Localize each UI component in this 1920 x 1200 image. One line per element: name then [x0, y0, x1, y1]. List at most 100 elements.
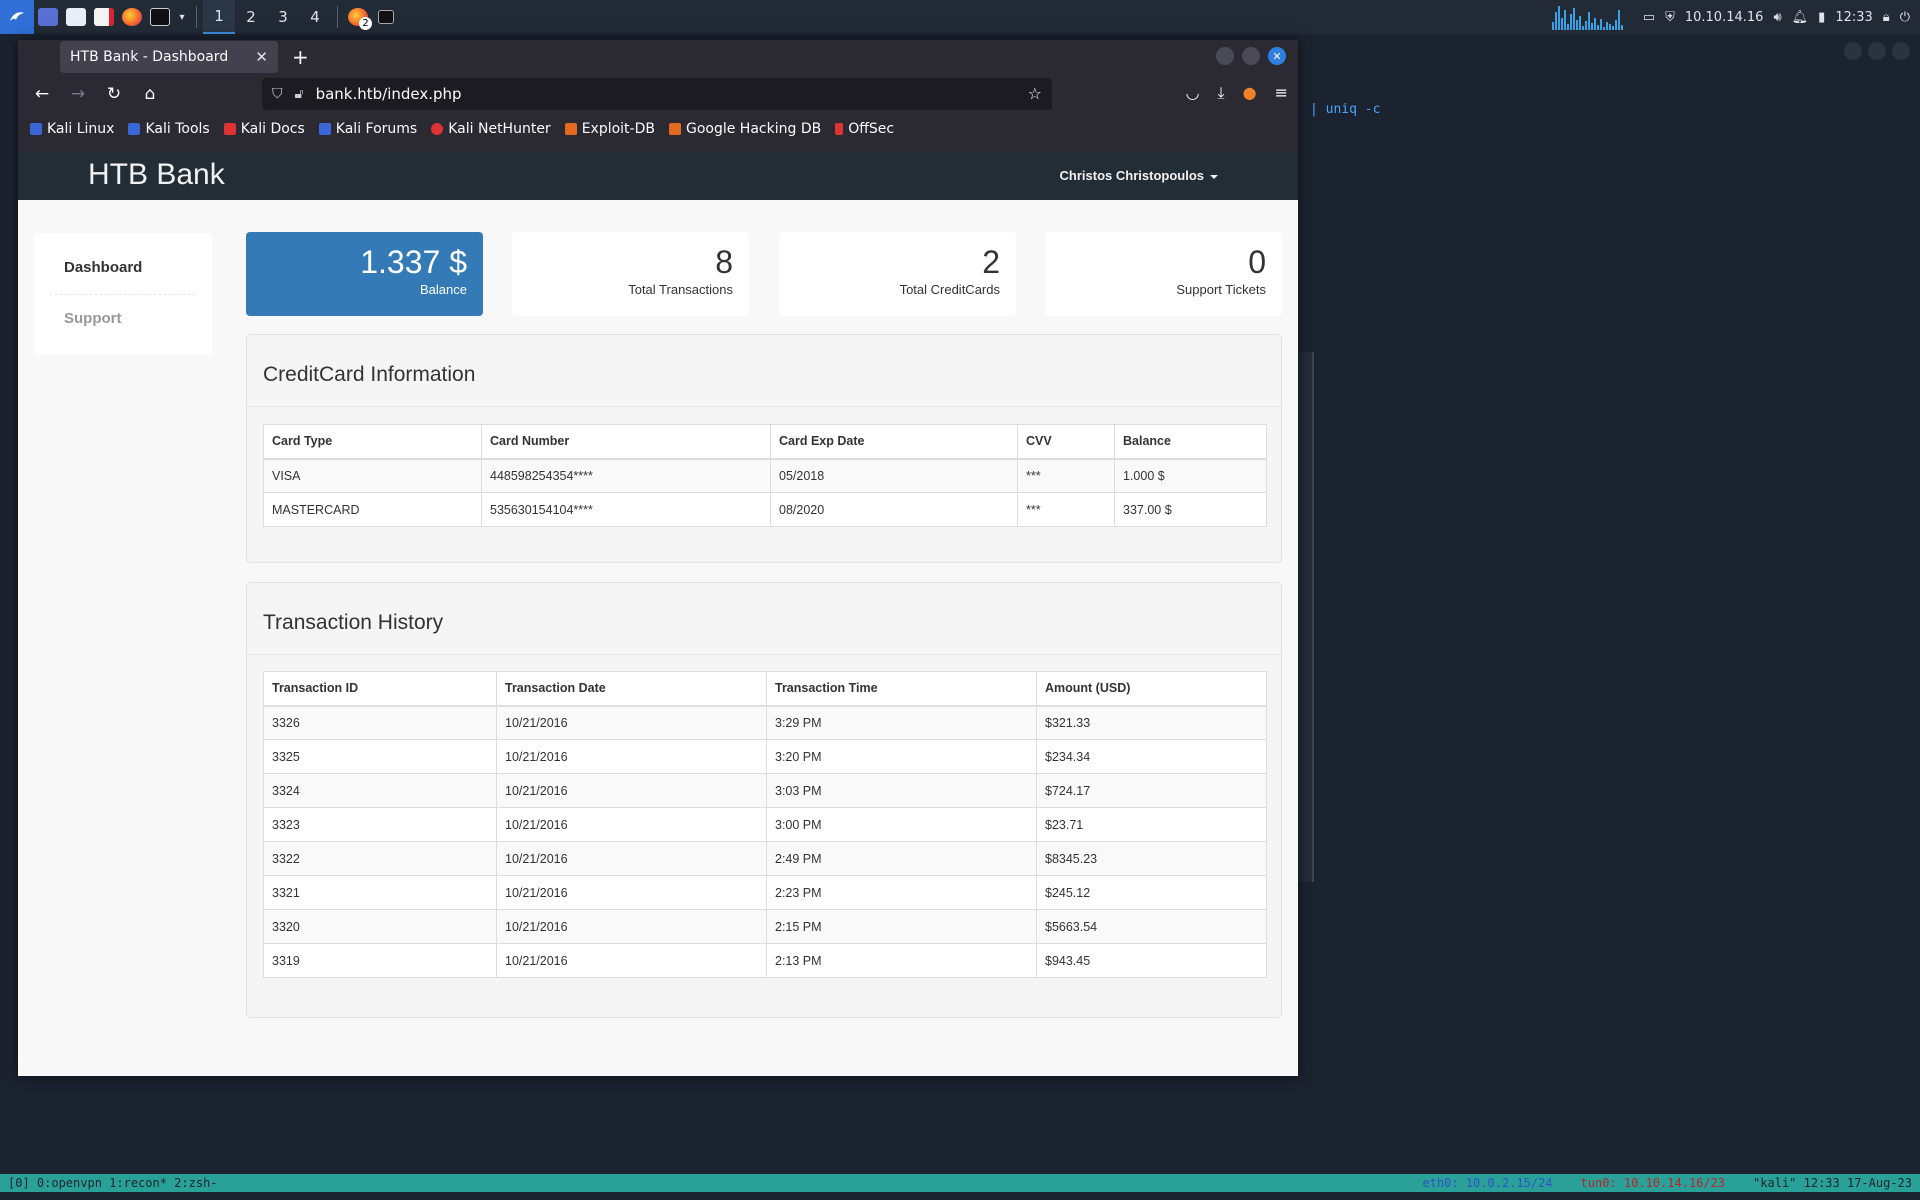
table-cell: *** — [1017, 492, 1115, 527]
panel-title: CreditCard Information — [247, 335, 1281, 407]
bookmark-kali-linux[interactable]: Kali Linux — [30, 121, 114, 137]
bookmark-google-hacking-db[interactable]: Google Hacking DB — [668, 121, 821, 137]
tun0-value: 10.10.14.16/23 — [1623, 1176, 1726, 1190]
table-cell: 10/21/2016 — [496, 875, 767, 910]
forward-icon[interactable]: → — [60, 84, 96, 104]
maximize-icon[interactable] — [1242, 47, 1260, 65]
minimize-icon[interactable] — [1844, 42, 1862, 60]
site-brand[interactable]: HTB Bank — [88, 158, 225, 192]
eth0-status: eth0: 10.0.2.15/24 — [1422, 1176, 1552, 1190]
table-cell: 2:15 PM — [766, 909, 1037, 944]
panel-title: Transaction History — [247, 583, 1281, 655]
background-window-edge — [1296, 352, 1314, 882]
stat-value: 0 — [1248, 244, 1266, 280]
bookmark-star-icon[interactable]: ☆ — [1028, 84, 1042, 103]
terminal-text: | uniq -c — [1310, 102, 1381, 117]
sidebar-item-dashboard[interactable]: Dashboard — [64, 259, 142, 276]
terminal-task-icon[interactable] — [372, 0, 400, 34]
workspace-4[interactable]: 4 — [299, 0, 331, 34]
table-cell: $5663.54 — [1036, 909, 1267, 944]
file-manager-icon[interactable] — [62, 0, 90, 34]
workspace-2[interactable]: 2 — [235, 0, 267, 34]
close-icon[interactable] — [1892, 42, 1910, 60]
vpn-icon[interactable]: ⛨ — [1665, 10, 1675, 25]
pocket-icon[interactable]: ◡ — [1186, 83, 1200, 103]
table-row: 3323 10/21/2016 3:00 PM $23.71 — [263, 807, 1267, 842]
battery-icon[interactable]: ▮ — [1818, 10, 1825, 25]
bookmark-label: OffSec — [848, 121, 895, 137]
exploit-db-icon — [564, 123, 577, 135]
table-row: 3320 10/21/2016 2:15 PM $5663.54 — [263, 909, 1267, 944]
kali-icon — [128, 123, 141, 135]
table-cell: 08/2020 — [770, 492, 1018, 527]
close-tab-icon[interactable]: ✕ — [255, 48, 268, 66]
column-header: Card Exp Date — [770, 424, 1018, 460]
bookmark-offsec[interactable]: OffSec — [835, 121, 894, 137]
firefox-task-icon[interactable]: 2 — [344, 0, 372, 34]
tab-htb-bank[interactable]: HTB Bank - Dashboard ✕ — [60, 41, 278, 73]
table-cell: 3:20 PM — [766, 739, 1037, 774]
terminal-icon[interactable] — [146, 0, 174, 34]
bookmark-label: Kali Linux — [47, 121, 115, 137]
stat-label: Total Transactions — [628, 282, 733, 297]
sidebar-item-support[interactable]: Support — [64, 310, 122, 327]
stat-label: Total CreditCards — [899, 282, 1000, 297]
panel-separator — [196, 6, 197, 28]
url-bar[interactable]: ⛉ 🔓︎ bank.htb/index.php ☆ — [262, 78, 1052, 110]
desktop-icon[interactable] — [34, 0, 62, 34]
table-cell: 3:00 PM — [766, 807, 1037, 842]
bookmark-exploit-db[interactable]: Exploit-DB — [564, 121, 655, 137]
chevron-down-icon[interactable]: ▾ — [174, 0, 190, 34]
table-cell: 3321 — [263, 875, 497, 910]
bookmark-kali-tools[interactable]: Kali Tools — [128, 121, 210, 137]
workspace-1[interactable]: 1 — [203, 0, 235, 34]
firefox-icon[interactable] — [118, 0, 146, 34]
minimize-icon[interactable] — [1216, 47, 1234, 65]
close-window-icon[interactable]: ✕ — [1268, 47, 1286, 65]
lock-icon[interactable]: 🔒︎ — [1883, 10, 1890, 25]
stat-value: 8 — [715, 244, 733, 280]
table-row: 3321 10/21/2016 2:23 PM $245.12 — [263, 875, 1267, 910]
power-icon[interactable]: ⏻ — [1900, 10, 1910, 25]
workspace-3[interactable]: 3 — [267, 0, 299, 34]
extension-icon[interactable]: ● — [1243, 83, 1257, 103]
docs-icon — [223, 123, 236, 135]
table-cell: $245.12 — [1036, 875, 1267, 910]
back-icon[interactable]: ← — [24, 84, 60, 104]
user-menu[interactable]: Christos Christopoulos — [1060, 168, 1218, 183]
table-row: 3325 10/21/2016 3:20 PM $234.34 — [263, 739, 1267, 774]
table-cell: $23.71 — [1036, 807, 1267, 842]
new-tab-icon[interactable]: + — [292, 45, 309, 69]
table-cell: 3325 — [263, 739, 497, 774]
table-cell: 3:03 PM — [766, 773, 1037, 808]
bookmark-kali-nethunter[interactable]: Kali NetHunter — [431, 121, 551, 137]
table-cell: *** — [1017, 458, 1115, 493]
column-header: Transaction Time — [766, 671, 1037, 707]
sidebar-divider — [50, 294, 196, 295]
bell-icon[interactable]: 🔔︎ — [1792, 10, 1809, 25]
transaction-history-panel: Transaction History Transaction ID Trans… — [246, 582, 1282, 1018]
transaction-table: Transaction ID Transaction Date Transact… — [263, 671, 1267, 978]
table-row: 3324 10/21/2016 3:03 PM $724.17 — [263, 773, 1267, 808]
volume-icon[interactable]: 🔊︎ — [1773, 10, 1781, 25]
tab-bar: HTB Bank - Dashboard ✕ + ✕ — [18, 40, 1298, 74]
download-icon[interactable]: ⤓ — [1218, 83, 1225, 103]
reload-icon[interactable]: ↻ — [96, 84, 132, 104]
home-icon[interactable]: ⌂ — [132, 84, 168, 104]
shield-icon[interactable]: ⛉ — [272, 86, 283, 102]
url-text[interactable]: bank.htb/index.php — [316, 85, 462, 103]
bookmark-kali-forums[interactable]: Kali Forums — [318, 121, 417, 137]
maximize-icon[interactable] — [1868, 42, 1886, 60]
stat-total-creditcards: 2 Total CreditCards — [779, 232, 1016, 316]
ghdb-icon — [668, 123, 681, 135]
text-editor-icon[interactable] — [90, 0, 118, 34]
lock-slash-icon[interactable]: 🔓︎ — [295, 86, 304, 102]
navigation-toolbar: ← → ↻ ⌂ ⛉ 🔓︎ bank.htb/index.php ☆ ◡ ⤓ ● … — [18, 74, 1298, 114]
display-icon[interactable]: ▭ — [1643, 10, 1655, 25]
table-cell: 2:49 PM — [766, 841, 1037, 876]
table-cell: 448598254354**** — [481, 458, 771, 493]
kali-menu-icon[interactable] — [0, 0, 34, 34]
menu-icon[interactable]: ≡ — [1275, 83, 1288, 103]
bookmark-label: Kali Docs — [240, 121, 305, 137]
bookmark-kali-docs[interactable]: Kali Docs — [223, 121, 305, 137]
